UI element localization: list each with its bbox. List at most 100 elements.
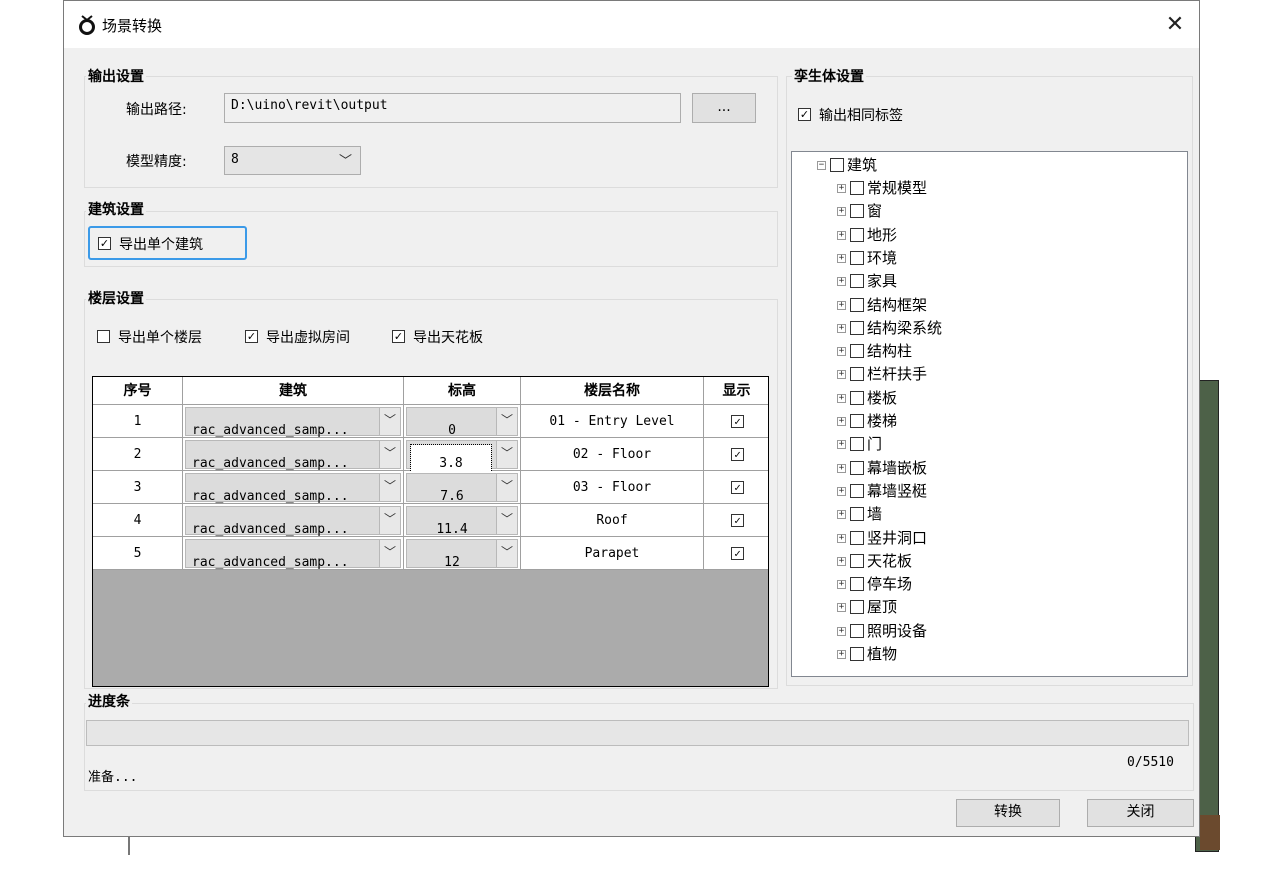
- chevron-down-icon[interactable]: ﹀: [379, 474, 400, 501]
- precision-select[interactable]: 8 ﹀: [224, 146, 361, 175]
- tree-checkbox[interactable]: [850, 623, 864, 638]
- grid-cell-level[interactable]: 12 ﹀: [404, 537, 521, 570]
- grid-cell-show[interactable]: ✓: [704, 471, 768, 504]
- building-select[interactable]: rac_advanced_samp... ﹀: [185, 539, 401, 570]
- plus-box-icon[interactable]: +: [837, 626, 846, 636]
- checkbox-checked-icon[interactable]: ✓: [731, 514, 744, 527]
- grid-cell-building[interactable]: rac_advanced_samp... ﹀: [183, 438, 404, 471]
- same-tag-checkbox[interactable]: ✓ 输出相同标签: [798, 104, 948, 126]
- level-select[interactable]: 3.8 ﹀: [406, 440, 518, 483]
- plus-box-icon[interactable]: +: [837, 533, 846, 543]
- plus-box-icon[interactable]: +: [837, 510, 846, 520]
- close-button[interactable]: 关闭: [1087, 799, 1194, 827]
- close-icon[interactable]: ✕: [1161, 11, 1189, 39]
- chevron-down-icon[interactable]: ﹀: [496, 540, 517, 567]
- category-tree[interactable]: − 建筑 + 常规模型 + 窗 + 地形 + 环境 + 家具 + 结构框架 + 结构梁系统 + 结构柱 + 栏杆扶…: [791, 151, 1188, 677]
- tree-checkbox[interactable]: [850, 204, 864, 219]
- tree-checkbox[interactable]: [850, 507, 864, 522]
- tree-checkbox[interactable]: [850, 181, 864, 195]
- level-select[interactable]: 7.6 ﹀: [406, 473, 518, 504]
- building-select[interactable]: rac_advanced_samp... ﹀: [185, 473, 401, 504]
- chevron-down-icon[interactable]: ﹀: [496, 408, 517, 435]
- minus-box-icon[interactable]: −: [817, 161, 826, 170]
- export-single-building-checkbox[interactable]: ✓ 导出单个建筑: [88, 226, 247, 260]
- chevron-down-icon[interactable]: ﹀: [496, 474, 517, 501]
- tree-checkbox[interactable]: [850, 437, 864, 452]
- grid-cell-building[interactable]: rac_advanced_samp... ﹀: [183, 537, 404, 570]
- plus-box-icon[interactable]: +: [837, 393, 846, 403]
- tree-checkbox[interactable]: [850, 274, 864, 289]
- checkbox-checked-icon[interactable]: ✓: [731, 481, 744, 494]
- plus-box-icon[interactable]: +: [837, 370, 846, 380]
- tree-checkbox[interactable]: [850, 297, 864, 312]
- chevron-down-icon[interactable]: ﹀: [496, 441, 517, 468]
- tree-checkbox[interactable]: [850, 414, 864, 428]
- level-select[interactable]: 11.4 ﹀: [406, 506, 518, 537]
- plus-box-icon[interactable]: +: [837, 417, 846, 426]
- tree-checkbox[interactable]: [850, 344, 864, 359]
- plus-box-icon[interactable]: +: [837, 603, 846, 613]
- plus-box-icon[interactable]: +: [837, 347, 846, 357]
- browse-button[interactable]: ...: [692, 93, 756, 123]
- grid-cell-show[interactable]: ✓: [704, 405, 768, 438]
- plus-box-icon[interactable]: +: [837, 556, 846, 566]
- tree-checkbox[interactable]: [850, 577, 864, 592]
- plus-box-icon[interactable]: +: [837, 253, 846, 263]
- grid-cell-show[interactable]: ✓: [704, 504, 768, 537]
- tree-checkbox[interactable]: [850, 227, 864, 242]
- chevron-down-icon[interactable]: ﹀: [379, 540, 400, 567]
- plus-box-icon[interactable]: +: [837, 184, 846, 193]
- grid-cell-floor-name[interactable]: Parapet: [521, 537, 704, 570]
- chevron-down-icon[interactable]: ﹀: [379, 408, 400, 435]
- tree-checkbox[interactable]: [850, 390, 864, 405]
- plus-box-icon[interactable]: +: [837, 300, 846, 310]
- tree-checkbox[interactable]: [850, 483, 864, 498]
- plus-box-icon[interactable]: +: [837, 463, 846, 473]
- tree-checkbox[interactable]: [850, 367, 864, 382]
- plus-box-icon[interactable]: +: [837, 277, 846, 287]
- level-select[interactable]: 0 ﹀: [406, 407, 518, 438]
- chevron-down-icon[interactable]: ﹀: [496, 507, 517, 534]
- plus-box-icon[interactable]: +: [837, 323, 846, 333]
- export-single-floor-checkbox[interactable]: 导出单个楼层: [97, 326, 242, 348]
- checkbox-checked-icon[interactable]: ✓: [731, 547, 744, 560]
- plus-box-icon[interactable]: +: [837, 650, 846, 659]
- tree-checkbox[interactable]: [830, 158, 844, 172]
- plus-box-icon[interactable]: +: [837, 207, 846, 217]
- tree-checkbox[interactable]: [850, 320, 864, 335]
- output-path-field[interactable]: D:\uino\revit\output: [224, 93, 681, 123]
- tree-checkbox[interactable]: [850, 530, 864, 545]
- grid-cell-building[interactable]: rac_advanced_samp... ﹀: [183, 504, 404, 537]
- grid-cell-level[interactable]: 0 ﹀: [404, 405, 521, 438]
- grid-cell-level[interactable]: 7.6 ﹀: [404, 471, 521, 504]
- grid-cell-building[interactable]: rac_advanced_samp... ﹀: [183, 405, 404, 438]
- grid-cell-floor-name[interactable]: 02 - Floor: [521, 438, 704, 471]
- grid-cell-building[interactable]: rac_advanced_samp... ﹀: [183, 471, 404, 504]
- grid-cell-level[interactable]: 11.4 ﹀: [404, 504, 521, 537]
- plus-box-icon[interactable]: +: [837, 486, 846, 496]
- building-select[interactable]: rac_advanced_samp... ﹀: [185, 506, 401, 537]
- grid-cell-show[interactable]: ✓: [704, 537, 768, 570]
- level-select[interactable]: 12 ﹀: [406, 539, 518, 570]
- grid-cell-floor-name[interactable]: 01 - Entry Level: [521, 405, 704, 438]
- checkbox-checked-icon[interactable]: ✓: [731, 448, 744, 461]
- tree-checkbox[interactable]: [850, 553, 864, 568]
- export-ceiling-checkbox[interactable]: ✓ 导出天花板: [392, 326, 522, 348]
- tree-checkbox[interactable]: [850, 647, 864, 661]
- grid-cell-floor-name[interactable]: Roof: [521, 504, 704, 537]
- checkbox-checked-icon[interactable]: ✓: [731, 415, 744, 428]
- building-select[interactable]: rac_advanced_samp... ﹀: [185, 440, 401, 471]
- plus-box-icon[interactable]: +: [837, 440, 846, 450]
- chevron-down-icon[interactable]: ﹀: [379, 441, 400, 468]
- export-virtual-room-checkbox[interactable]: ✓ 导出虚拟房间: [245, 326, 390, 348]
- chevron-down-icon[interactable]: ﹀: [379, 507, 400, 534]
- tree-checkbox[interactable]: [850, 460, 864, 475]
- tree-checkbox[interactable]: [850, 250, 864, 265]
- tree-checkbox[interactable]: [850, 600, 864, 615]
- grid-cell-floor-name[interactable]: 03 - Floor: [521, 471, 704, 504]
- plus-box-icon[interactable]: +: [837, 230, 846, 240]
- grid-cell-show[interactable]: ✓: [704, 438, 768, 471]
- grid-cell-level[interactable]: 3.8 ﹀: [404, 438, 521, 483]
- plus-box-icon[interactable]: +: [837, 580, 846, 590]
- building-select[interactable]: rac_advanced_samp... ﹀: [185, 407, 401, 438]
